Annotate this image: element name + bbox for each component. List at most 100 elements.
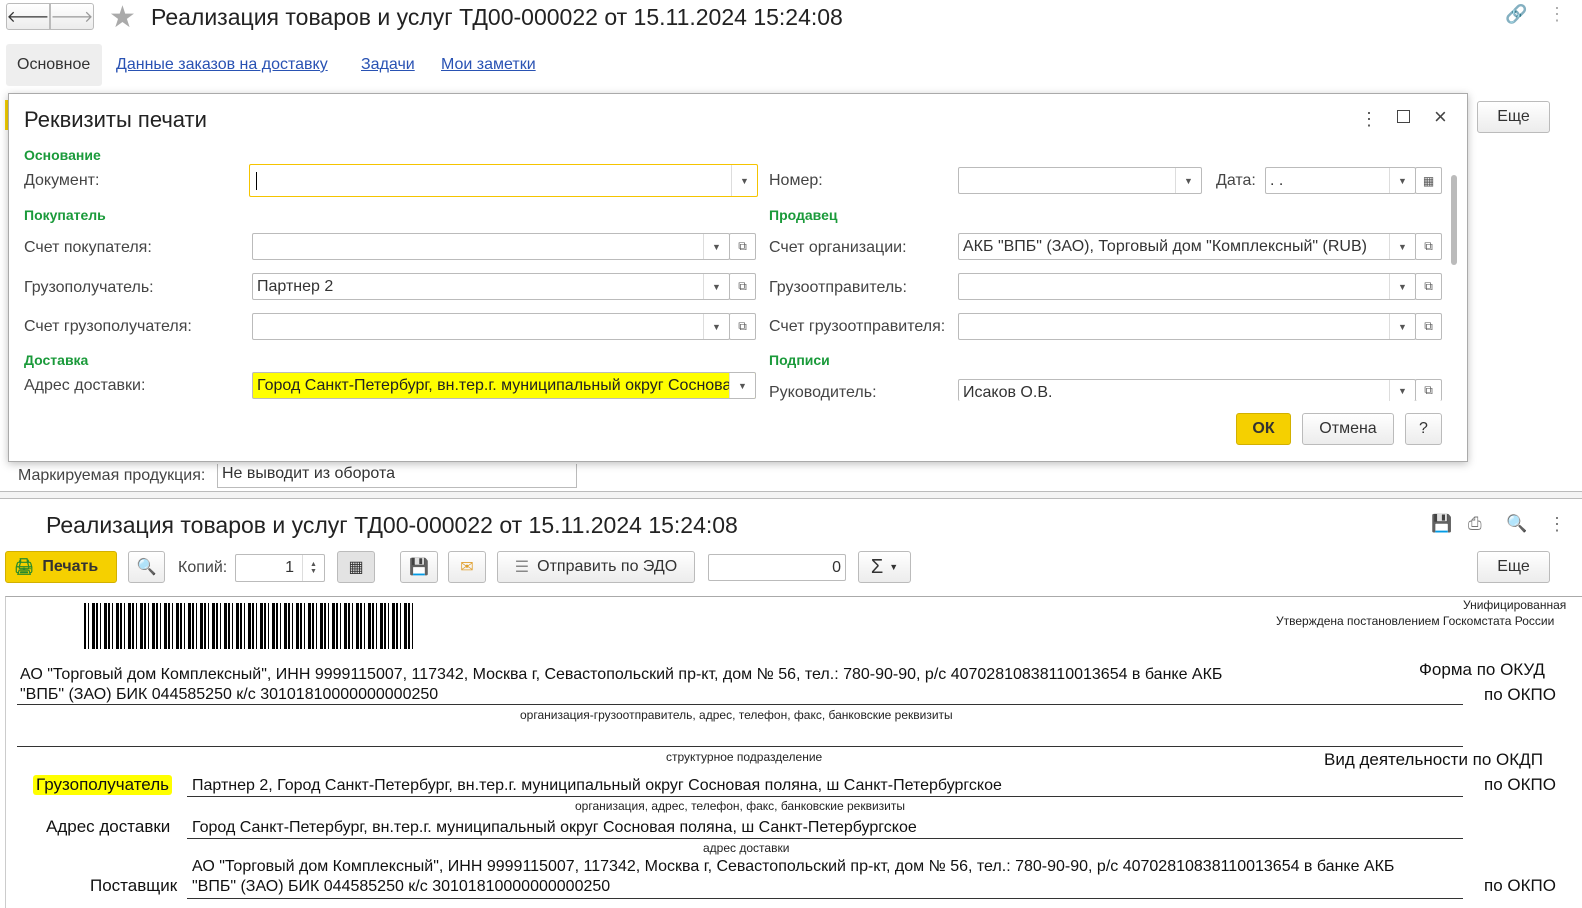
dialog-scrollbar[interactable] — [1451, 155, 1461, 395]
chevron-down-icon[interactable]: ▼ — [1389, 314, 1415, 339]
help-button[interactable]: ? — [1405, 413, 1442, 445]
consignee-field[interactable]: Партнер 2 ▼ — [252, 273, 730, 300]
tab-tasks[interactable]: Задачи — [361, 56, 415, 74]
cancel-button[interactable]: Отмена — [1302, 413, 1394, 445]
copies-label: Копий: — [178, 559, 228, 576]
save-icon[interactable]: 💾 — [1431, 514, 1452, 534]
chevron-down-icon[interactable]: ▼ — [1389, 274, 1415, 299]
sum-value: 0 — [832, 558, 841, 576]
marked-products-field[interactable]: Не выводит из оборота — [217, 464, 577, 488]
ok-button[interactable]: ОК — [1236, 413, 1291, 445]
open-icon[interactable]: ⧉ — [1415, 233, 1442, 260]
org-account-label: Счет организации: — [769, 239, 907, 256]
more-menu-icon[interactable]: ⋮ — [1548, 4, 1566, 25]
open-icon[interactable]: ⧉ — [1415, 379, 1442, 401]
buyer-account-label: Счет покупателя: — [24, 239, 152, 256]
chevron-down-icon[interactable]: ▼ — [1389, 168, 1415, 193]
head-value: Исаков О.В. — [963, 384, 1053, 401]
sum-menu-button[interactable]: Σ ▼ — [858, 551, 911, 583]
chevron-down-icon[interactable]: ▼ — [1389, 380, 1415, 401]
delivery-address-label: Адрес доставки: — [24, 377, 146, 394]
chevron-down-icon[interactable]: ▼ — [731, 165, 757, 196]
print-button[interactable]: 🖨 Печать — [5, 551, 117, 583]
back-button[interactable]: 🡐 — [6, 3, 50, 30]
head-field[interactable]: Исаков О.В. ▼ — [958, 379, 1416, 401]
shipper-field[interactable]: ▼ — [958, 273, 1416, 300]
calendar-icon[interactable]: ▦ — [1415, 167, 1442, 194]
buyer-account-field[interactable]: ▼ — [252, 233, 730, 260]
open-icon[interactable]: ⧉ — [1415, 313, 1442, 340]
close-icon[interactable]: × — [1434, 104, 1447, 130]
open-icon[interactable]: ⧉ — [1415, 273, 1442, 300]
caption-org: организация, адрес, телефон, факс, банко… — [575, 799, 905, 813]
section-buyer: Покупатель — [24, 207, 106, 223]
panel-splitter[interactable] — [0, 491, 1582, 499]
printer-icon[interactable]: ⎙ — [1468, 514, 1482, 534]
printer-icon: 🖨 — [14, 559, 35, 576]
send-edo-button[interactable]: ☰ Отправить по ЭДО — [497, 551, 695, 583]
link-icon[interactable]: 🔗 — [1505, 4, 1527, 25]
address-text: Город Санкт-Петербург, вн.тер.г. муницип… — [192, 819, 917, 836]
consignee-label: Грузополучатель: — [24, 279, 154, 296]
more-button[interactable]: Еще — [1477, 551, 1550, 583]
preview-button[interactable]: 🔍 — [128, 551, 165, 583]
chevron-down-icon[interactable]: ▼ — [729, 373, 755, 398]
open-icon[interactable]: ⧉ — [729, 233, 756, 260]
preview-icon[interactable]: 🔍 — [1506, 514, 1527, 534]
barcode — [84, 603, 414, 649]
divider — [187, 838, 1463, 839]
supplier-text-line2: "ВПБ" (ЗАО) БИК 044585250 к/с 3010181000… — [192, 878, 611, 895]
org-account-field[interactable]: АКБ "ВПБ" (ЗАО), Торговый дом "Комплексн… — [958, 233, 1416, 260]
delivery-address-value: Город Санкт-Петербург, вн.тер.г. муницип… — [257, 376, 756, 394]
divider — [17, 746, 1463, 747]
section-basis: Основание — [24, 147, 101, 163]
caption-shipper: организация-грузоотправитель, адрес, тел… — [520, 708, 953, 722]
email-button[interactable]: ✉ — [448, 551, 486, 583]
stepper-arrows-icon[interactable]: ▲ ▼ — [302, 555, 324, 581]
divider — [17, 704, 1463, 705]
chevron-down-icon[interactable]: ▼ — [703, 274, 729, 299]
consignee-account-field[interactable]: ▼ — [252, 313, 730, 340]
document-field[interactable]: ▼ — [249, 164, 758, 197]
date-field[interactable]: . . ▼ — [1265, 167, 1416, 194]
maximize-icon[interactable] — [1397, 110, 1410, 123]
okdp-label: Вид деятельности по ОКДП — [1324, 750, 1543, 769]
chevron-down-icon[interactable]: ▼ — [1389, 234, 1415, 259]
dialog-title: Реквизиты печати — [24, 107, 207, 132]
supplier-text-line1: АО "Торговый дом Комплексный", ИНН 99991… — [192, 858, 1395, 875]
save-button[interactable]: 💾 — [400, 551, 438, 583]
chevron-down-icon[interactable]: ▼ — [703, 234, 729, 259]
tab-main[interactable]: Основное — [6, 44, 102, 86]
send-edo-label: Отправить по ЭДО — [537, 558, 678, 575]
shipper-account-label: Счет грузоотправителя: — [769, 318, 946, 335]
consignee-text: Партнер 2, Город Санкт-Петербург, вн.тер… — [192, 777, 1002, 794]
caption-division: структурное подразделение — [666, 750, 823, 764]
more-button-top[interactable]: Еще — [1477, 101, 1550, 133]
shipper-account-field[interactable]: ▼ — [958, 313, 1416, 340]
divider — [187, 796, 1463, 797]
chevron-down-icon[interactable]: ▼ — [703, 314, 729, 339]
okpo-label: по ОКПО — [1484, 685, 1556, 704]
edo-icon: ☰ — [514, 559, 530, 576]
dialog-more-icon[interactable]: ⋮ — [1360, 109, 1378, 130]
section-signatures: Подписи — [769, 352, 830, 368]
form-header-approved: Утверждена постановлением Госкомстата Ро… — [1276, 614, 1555, 628]
number-field[interactable]: ▼ — [958, 167, 1202, 194]
chevron-down-icon[interactable]: ▼ — [1175, 168, 1201, 193]
copies-stepper[interactable]: 1 ▲ ▼ — [235, 554, 325, 582]
more-menu-icon[interactable]: ⋮ — [1548, 514, 1566, 535]
favorite-star-icon[interactable]: ★ — [109, 0, 136, 35]
document-label: Документ: — [24, 172, 100, 189]
delivery-address-field[interactable]: Город Санкт-Петербург, вн.тер.г. муницип… — [252, 372, 756, 399]
open-icon[interactable]: ⧉ — [729, 313, 756, 340]
address-label-doc: Адрес доставки — [46, 817, 171, 836]
marked-products-label: Маркируемая продукция: — [18, 467, 206, 484]
number-label: Номер: — [769, 172, 823, 189]
divider — [187, 898, 1463, 899]
tab-notes[interactable]: Мои заметки — [441, 56, 536, 74]
forward-button[interactable]: 🡒 — [50, 3, 94, 30]
edit-table-button[interactable]: ▦ — [337, 551, 375, 583]
tab-delivery-orders[interactable]: Данные заказов на доставку — [116, 56, 328, 74]
shipper-text-line2: "ВПБ" (ЗАО) БИК 044585250 к/с 3010181000… — [20, 686, 439, 703]
open-icon[interactable]: ⧉ — [729, 273, 756, 300]
